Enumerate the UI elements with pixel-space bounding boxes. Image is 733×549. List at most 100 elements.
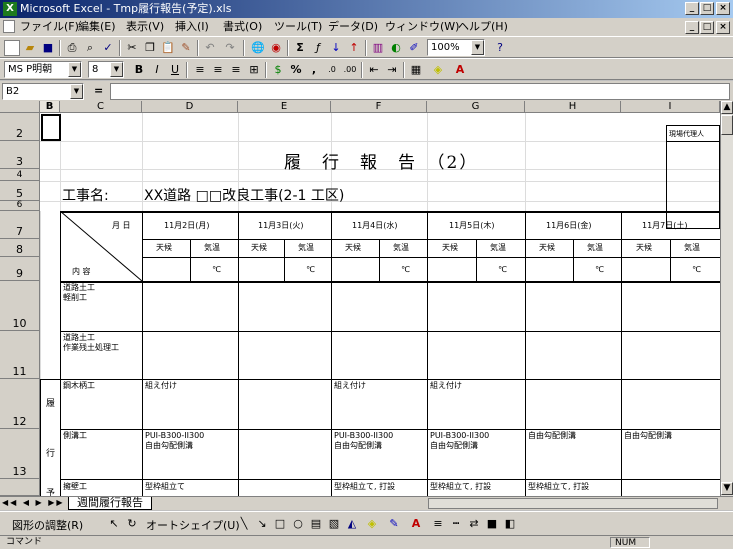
free-rotate-icon[interactable]: ↻ [124, 516, 140, 532]
scroll-up-icon[interactable]: ▲ [721, 101, 733, 114]
map-icon[interactable]: ◐ [388, 40, 404, 56]
arrow-style-icon[interactable]: ⇄ [466, 516, 482, 532]
arrow-icon[interactable]: ↘ [254, 516, 270, 532]
column-header-i[interactable]: I [621, 101, 720, 113]
hyperlink-icon[interactable]: 🌐 [250, 40, 266, 56]
format-painter-icon[interactable]: ✎ [178, 40, 194, 56]
currency-icon[interactable]: $ [270, 62, 286, 78]
zoom-select[interactable]: 100% ▼ [427, 39, 485, 56]
print-icon[interactable]: ⎙ [64, 40, 80, 56]
copy-icon[interactable]: ❐ [142, 40, 158, 56]
print-preview-icon[interactable]: ⌕ [82, 40, 98, 56]
name-box[interactable]: B2 ▼ [2, 83, 84, 100]
autosum-icon[interactable]: Σ [292, 40, 308, 56]
increase-decimal-icon[interactable]: .0 [324, 62, 340, 78]
undo-icon[interactable]: ↶ [202, 40, 218, 56]
borders-icon[interactable]: ▦ [408, 62, 424, 78]
textbox-icon[interactable]: ▤ [308, 516, 324, 532]
cut-icon[interactable]: ✂ [124, 40, 140, 56]
minimize-button[interactable]: _ [685, 2, 699, 15]
chevron-down-icon[interactable]: ▼ [70, 84, 83, 99]
row-header-9[interactable]: 9 [0, 257, 40, 281]
formula-input[interactable] [110, 83, 730, 100]
clipart-icon[interactable]: ◭ [344, 516, 360, 532]
vertical-scrollbar[interactable]: ▲ ▼ [720, 101, 733, 496]
line-icon[interactable]: ╲ [236, 516, 252, 532]
3d-icon[interactable]: ◧ [502, 516, 518, 532]
row-header-3[interactable]: 3 [0, 141, 40, 169]
fill-color-icon[interactable]: ◈ [364, 516, 380, 532]
row-header-2[interactable]: 2 [0, 113, 40, 141]
row-header-6[interactable]: 6 [0, 200, 40, 211]
menu-edit[interactable]: 編集(E) [78, 20, 116, 34]
column-header-h[interactable]: H [525, 101, 621, 113]
decrease-decimal-icon[interactable]: .00 [342, 62, 358, 78]
align-left-icon[interactable]: ≡ [192, 62, 208, 78]
menu-help[interactable]: ヘルプ(H) [458, 20, 508, 34]
autoshape-menu[interactable]: オートシェイプ(U) [146, 517, 240, 533]
fill-color-icon[interactable]: ◈ [430, 62, 446, 78]
scroll-thumb[interactable] [721, 115, 733, 135]
sort-descending-icon[interactable]: ↑ [346, 40, 362, 56]
font-select[interactable]: MS P明朝 ▼ [4, 61, 82, 78]
merge-center-icon[interactable]: ⊞ [246, 62, 262, 78]
save-icon[interactable]: ■ [40, 40, 56, 56]
wordart-icon[interactable]: ▧ [326, 516, 342, 532]
row-header-11[interactable]: 11 [0, 331, 40, 379]
italic-icon[interactable]: I [149, 62, 165, 78]
doc-restore-button[interactable]: □ [700, 21, 714, 34]
document-icon[interactable] [3, 20, 15, 33]
sheet-tab[interactable]: 週間履行報告 [68, 497, 152, 510]
help-icon[interactable]: ? [492, 40, 508, 56]
horizontal-scrollbar[interactable] [428, 498, 718, 509]
select-all-corner[interactable] [0, 101, 40, 113]
column-header-e[interactable]: E [238, 101, 331, 113]
row-header-13[interactable]: 13 [0, 429, 40, 479]
font-color-icon[interactable]: A [408, 516, 424, 532]
scroll-down-icon[interactable]: ▼ [721, 482, 733, 495]
underline-icon[interactable]: U [167, 62, 183, 78]
chevron-down-icon[interactable]: ▼ [110, 62, 123, 77]
row-header-4[interactable]: 4 [0, 169, 40, 181]
font-size-select[interactable]: 8 ▼ [88, 61, 124, 78]
row-header-8[interactable]: 8 [0, 239, 40, 257]
comma-icon[interactable]: , [306, 62, 322, 78]
row-header-14[interactable] [0, 479, 40, 496]
select-objects-icon[interactable]: ↖ [106, 516, 122, 532]
row-header-5[interactable]: 5 [0, 181, 40, 201]
function-icon[interactable]: ƒ [310, 40, 326, 56]
column-header-g[interactable]: G [427, 101, 525, 113]
bold-icon[interactable]: B [131, 62, 147, 78]
row-header-10[interactable]: 10 [0, 281, 40, 331]
sheet-nav-icon[interactable]: ◀◀ ◀ ▶ ▶▶ [2, 498, 65, 507]
spreadsheet-grid[interactable]: B C D E F G H I 2 3 4 5 6 7 8 9 10 11 12… [0, 101, 720, 496]
row-header-7[interactable]: 7 [0, 211, 40, 239]
web-toolbar-icon[interactable]: ◉ [268, 40, 284, 56]
redo-icon[interactable]: ↷ [222, 40, 238, 56]
column-header-c[interactable]: C [60, 101, 142, 113]
menu-tools[interactable]: ツール(T) [274, 20, 322, 34]
oval-icon[interactable]: ○ [290, 516, 306, 532]
sort-ascending-icon[interactable]: ↓ [328, 40, 344, 56]
paste-icon[interactable]: 📋 [160, 40, 176, 56]
column-header-d[interactable]: D [142, 101, 238, 113]
spelling-icon[interactable]: ✓ [100, 40, 116, 56]
chevron-down-icon[interactable]: ▼ [471, 40, 484, 55]
menu-insert[interactable]: 挿入(I) [175, 20, 209, 34]
doc-close-button[interactable]: × [716, 21, 730, 34]
drawing-icon[interactable]: ✐ [406, 40, 422, 56]
align-center-icon[interactable]: ≡ [210, 62, 226, 78]
decrease-indent-icon[interactable]: ⇤ [366, 62, 382, 78]
menu-view[interactable]: 表示(V) [126, 20, 164, 34]
active-cell[interactable] [41, 114, 61, 141]
doc-minimize-button[interactable]: _ [685, 21, 699, 34]
shadow-icon[interactable]: ■ [484, 516, 500, 532]
row-header-12[interactable]: 12 [0, 379, 40, 429]
rectangle-icon[interactable]: □ [272, 516, 288, 532]
line-color-icon[interactable]: ✎ [386, 516, 402, 532]
align-right-icon[interactable]: ≡ [228, 62, 244, 78]
increase-indent-icon[interactable]: ⇥ [384, 62, 400, 78]
maximize-button[interactable]: □ [700, 2, 714, 15]
chevron-down-icon[interactable]: ▼ [68, 62, 81, 77]
percent-icon[interactable]: % [288, 62, 304, 78]
